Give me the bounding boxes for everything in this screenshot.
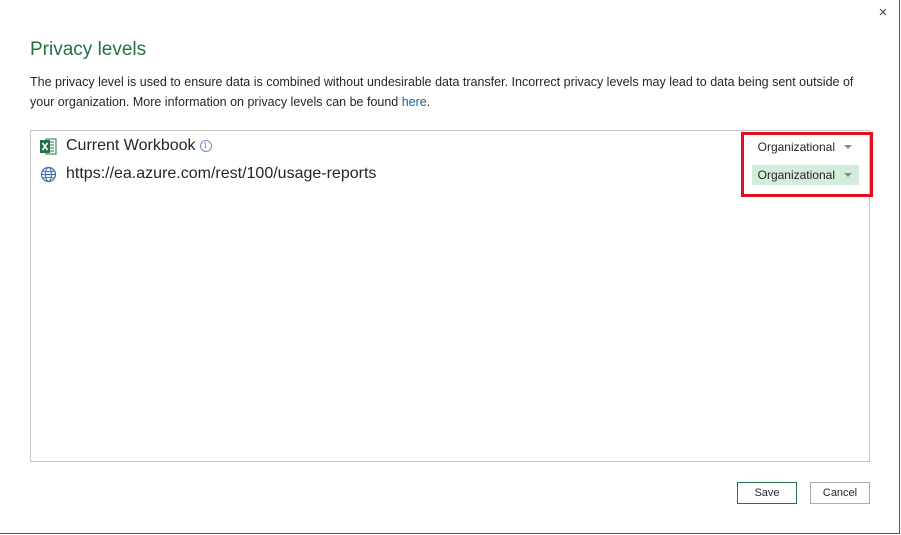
privacy-levels-dialog: × Privacy levels The privacy level is us… xyxy=(0,0,900,534)
list-item: Current Workbook i Organizational xyxy=(31,134,869,160)
info-icon[interactable]: i xyxy=(199,140,212,152)
globe-icon xyxy=(40,166,57,183)
description-end: . xyxy=(426,95,431,109)
save-button[interactable]: Save xyxy=(737,482,797,504)
privacy-level-dropdown[interactable]: Organizational xyxy=(752,137,859,157)
chevron-down-icon xyxy=(844,173,852,177)
data-source-name: Current Workbook i xyxy=(66,137,212,155)
privacy-level-dropdown[interactable]: Organizational xyxy=(751,165,859,185)
privacy-level-value: Organizational xyxy=(757,140,835,154)
data-source-name-text: Current Workbook xyxy=(66,137,196,154)
dialog-description: The privacy level is used to ensure data… xyxy=(30,72,880,112)
data-source-list: Current Workbook i Organizational https:/… xyxy=(30,130,870,462)
cancel-button[interactable]: Cancel xyxy=(810,482,870,504)
privacy-level-value: Organizational xyxy=(757,168,835,182)
excel-icon xyxy=(40,138,57,155)
data-source-name: https://ea.azure.com/rest/100/usage-repo… xyxy=(66,165,377,182)
description-text: The privacy level is used to ensure data… xyxy=(30,75,854,109)
chevron-down-icon xyxy=(844,145,852,149)
list-item: https://ea.azure.com/rest/100/usage-repo… xyxy=(31,162,869,188)
close-icon[interactable]: × xyxy=(879,4,888,21)
dialog-title: Privacy levels xyxy=(30,39,147,60)
privacy-info-link[interactable]: here xyxy=(402,95,427,109)
close-button[interactable]: × xyxy=(875,4,891,22)
